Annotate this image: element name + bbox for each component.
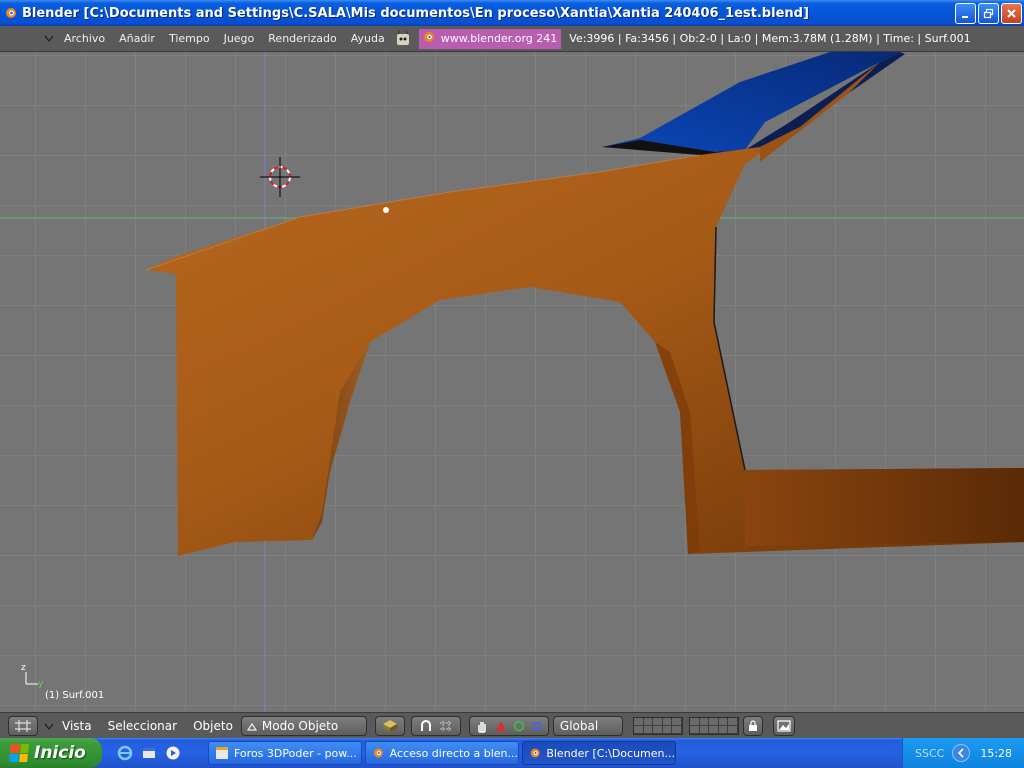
task-label: Acceso directo a blen...	[389, 746, 518, 760]
close-button[interactable]	[1001, 3, 1022, 24]
grid-editor-icon	[15, 719, 31, 732]
screen-mascot-icon[interactable]	[395, 30, 411, 47]
scale-square-icon	[533, 721, 541, 730]
windows-flag-icon	[9, 744, 29, 762]
blender-url-badge: www.blender.org 241	[418, 28, 562, 49]
minimize-button[interactable]	[955, 3, 976, 24]
minimize-icon	[962, 16, 968, 18]
translate-arrow-icon	[495, 720, 506, 731]
system-tray: SSCC 15:28	[902, 738, 1024, 768]
axis-y-label: y	[38, 679, 44, 689]
tray-clock[interactable]: 15:28	[980, 747, 1012, 760]
internet-explorer-icon[interactable]	[116, 744, 134, 762]
scene-stats: Ve:3996 | Fa:3456 | Ob:2-0 | La:0 | Mem:…	[569, 32, 971, 45]
pivot-button[interactable]	[410, 715, 461, 736]
start-button[interactable]: Inicio	[0, 738, 102, 768]
mode-select[interactable]: Modo Objeto	[240, 715, 367, 736]
rotate-ring-icon	[513, 720, 525, 731]
shaded-cube-icon	[382, 719, 397, 732]
active-object-label: (1) Surf.001	[45, 690, 105, 701]
media-player-icon[interactable]	[164, 744, 182, 762]
task-label: Blender [C:\Documen...	[546, 746, 675, 760]
selected-vertex-dot	[383, 207, 389, 213]
explorer-icon[interactable]	[140, 744, 158, 762]
blender-url: www.blender.org 241	[440, 32, 558, 45]
lock-icon	[748, 719, 757, 731]
3d-view-header: Vista Seleccionar Objeto Modo Objeto Glo…	[0, 712, 1024, 738]
restore-button[interactable]	[978, 3, 999, 24]
image-icon	[777, 719, 791, 732]
object-mode-icon	[246, 722, 258, 731]
task-foros-3dpoder[interactable]: Foros 3DPoder - pow...	[208, 741, 362, 765]
window-titlebar[interactable]: Blender [C:\Documents and Settings\C.SAL…	[0, 0, 1024, 26]
menu-anadir[interactable]: Añadir	[119, 32, 155, 45]
menu-renderizado[interactable]: Renderizado	[268, 32, 336, 45]
render-preview-button[interactable]	[772, 715, 795, 736]
task-acceso-directo-blender[interactable]: Acceso directo a blen...	[365, 741, 519, 765]
orientation-select[interactable]: Global	[552, 715, 623, 736]
window-title: Blender [C:\Documents and Settings\C.SAL…	[22, 5, 809, 21]
task-label: Foros 3DPoder - pow...	[234, 746, 357, 760]
tray-expand-button[interactable]	[952, 744, 971, 762]
orientation-select-value: Global	[559, 718, 599, 733]
close-icon	[1007, 9, 1016, 18]
menu-ayuda[interactable]: Ayuda	[351, 32, 385, 45]
menu-archivo[interactable]: Archivo	[64, 32, 105, 45]
magnet-icon	[420, 719, 431, 731]
menu-objeto[interactable]: Objeto	[193, 719, 233, 733]
layer-buttons-group-2[interactable]	[688, 716, 739, 735]
layer-buttons-group-1[interactable]	[632, 716, 683, 735]
blender-icon	[373, 748, 383, 758]
blender-logo-icon	[423, 31, 435, 46]
axis-z-label: z	[21, 663, 26, 673]
lock-layers-button[interactable]	[742, 715, 763, 736]
menu-vista[interactable]: Vista	[62, 719, 92, 733]
menu-juego[interactable]: Juego	[224, 32, 255, 45]
transform-manipulator-group[interactable]	[468, 715, 549, 736]
blender-icon	[4, 6, 18, 20]
viewport-canvas[interactable]	[0, 52, 1024, 712]
info-header: Archivo Añadir Tiempo Juego Renderizado …	[0, 26, 1024, 52]
tray-language[interactable]: SSCC	[915, 747, 944, 760]
menu-seleccionar[interactable]: Seleccionar	[108, 719, 177, 733]
3d-viewport[interactable]: z y (1) Surf.001	[0, 52, 1024, 712]
menu-tiempo[interactable]: Tiempo	[169, 32, 210, 45]
menu-collapse-arrow-icon[interactable]	[44, 35, 56, 42]
restore-icon	[983, 8, 994, 19]
browser-icon	[216, 747, 228, 759]
viewport-grid	[0, 52, 1024, 712]
mode-select-value: Modo Objeto	[261, 718, 339, 733]
task-blender-active[interactable]: Blender [C:\Documen...	[522, 741, 676, 765]
hand-icon	[478, 721, 486, 733]
start-label: Inicio	[34, 743, 86, 763]
chevron-left-icon	[958, 748, 964, 758]
blender-icon	[530, 748, 540, 758]
quick-launch	[116, 744, 182, 762]
windows-taskbar: Inicio Foros 3DPoder - pow... Acceso dir…	[0, 738, 1024, 768]
header-collapse-icon[interactable]	[44, 719, 54, 733]
editor-type-button[interactable]	[8, 715, 38, 736]
dotted-grid-icon	[439, 720, 452, 731]
draw-type-button[interactable]	[374, 715, 405, 736]
